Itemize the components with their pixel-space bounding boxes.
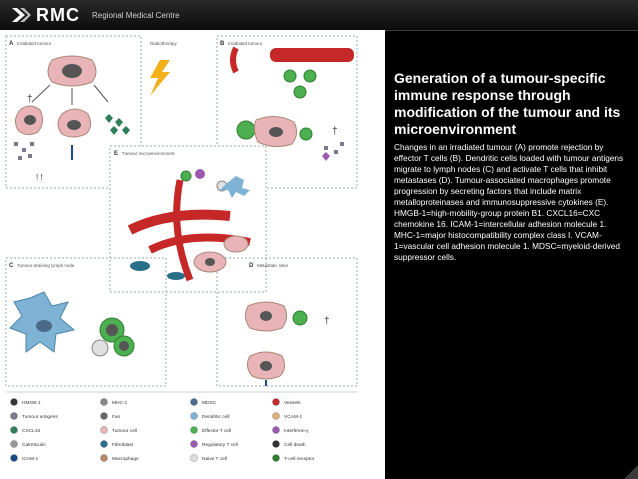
exclamation-icon: ! ! [36,173,43,182]
legend-label: MDSC [202,400,217,406]
dendritic-cell-icon [190,412,198,420]
antigen-icon [10,412,18,420]
naive-t-cell-icon [91,339,109,357]
effector-t-cell-icon [190,426,198,434]
legend-label: Interferon-γ [284,428,309,434]
vessel-icon [270,48,354,62]
panel-a-letter: A [9,41,14,47]
panel-c-title: Tumour-draining lymph node [17,263,75,268]
fas-icon [100,412,108,420]
radiotherapy-label: Radiotherapy [150,41,178,46]
calreticulin-icon [10,440,18,448]
cross-icon: † [324,316,330,327]
cross-icon: † [27,94,33,105]
exclamation-icon [10,398,18,406]
panel-d-title: Metastatic sites [257,263,289,268]
fibroblast-icon [130,261,150,271]
panel-b-letter: B [220,41,225,47]
figure-panel: A Irradiated tumour Radiotherapy B Irrad… [0,30,385,479]
heart-icon [10,426,18,434]
legend-label: Calreticulin [22,442,46,448]
legend-label: MHC-1 [112,400,128,406]
mhc-icon [100,398,108,406]
tumour-cell-icon [100,426,108,434]
header-bar: RMC Regional Medical Centre [0,0,638,31]
rmc-logo-icon [12,8,31,22]
immune-response-diagram: A Irradiated tumour Radiotherapy B Irrad… [0,30,385,479]
caption-title: Generation of a tumour-specific immune r… [394,70,621,137]
panel-e-letter: E [114,151,118,157]
caption-body: Changes in an irradiated tumour (A) prom… [394,142,624,262]
legend-label: Tumour cell [112,428,137,434]
tcr-icon [272,454,280,462]
effector-t-cell-icon [283,69,297,83]
naive-t-cell-icon [190,454,198,462]
vessel-icon [230,46,239,74]
logo-text: RMC [36,5,80,25]
legend-label: Cell death [284,442,306,448]
panel-c-letter: C [9,263,14,269]
effector-t-cell-icon [236,120,256,140]
legend-label: HMGB-1 [22,400,41,406]
effector-t-cell-icon [292,310,308,326]
legend-label: Effector T cell [202,428,231,434]
panel-e-title: Tumour microenvironment [122,151,175,156]
interferon-icon [272,426,280,434]
logo-subtext: Regional Medical Centre [92,11,180,20]
corner-decoration-icon [624,465,638,479]
mdsc-icon [190,398,198,406]
cross-icon [272,440,280,448]
legend-label: ICAM-1 [22,456,39,462]
legend-label: Regulatory T cell [202,442,238,448]
legend-label: Tumour antigens [22,414,58,420]
legend-label: Fas [112,414,121,420]
legend-label: Macrophage [112,456,139,462]
receptor-icon [10,454,18,462]
vcam-icon [272,412,280,420]
macrophage-icon [100,454,108,462]
legend-label: Vessels [284,400,301,406]
panel-a-title: Irradiated tumour [17,41,52,46]
effector-t-cell-icon [180,170,192,182]
regulatory-t-cell-icon [190,440,198,448]
panel-b-title: Irradiated tumour [228,41,263,46]
cross-icon: † [332,126,338,137]
legend-label: Naive T cell [202,456,227,462]
panel-d-letter: D [249,263,254,269]
legend-label: Dendritic cell [202,414,229,420]
legend-label: Fibroblast [112,442,134,448]
legend-label: T-cell receptor [284,456,315,462]
regulatory-t-cell-icon [195,169,205,179]
legend-label: CXCL16 [22,428,40,434]
fibroblast-icon [100,440,108,448]
vessel-icon [272,398,280,406]
legend-label: VCAM-1 [284,414,302,420]
